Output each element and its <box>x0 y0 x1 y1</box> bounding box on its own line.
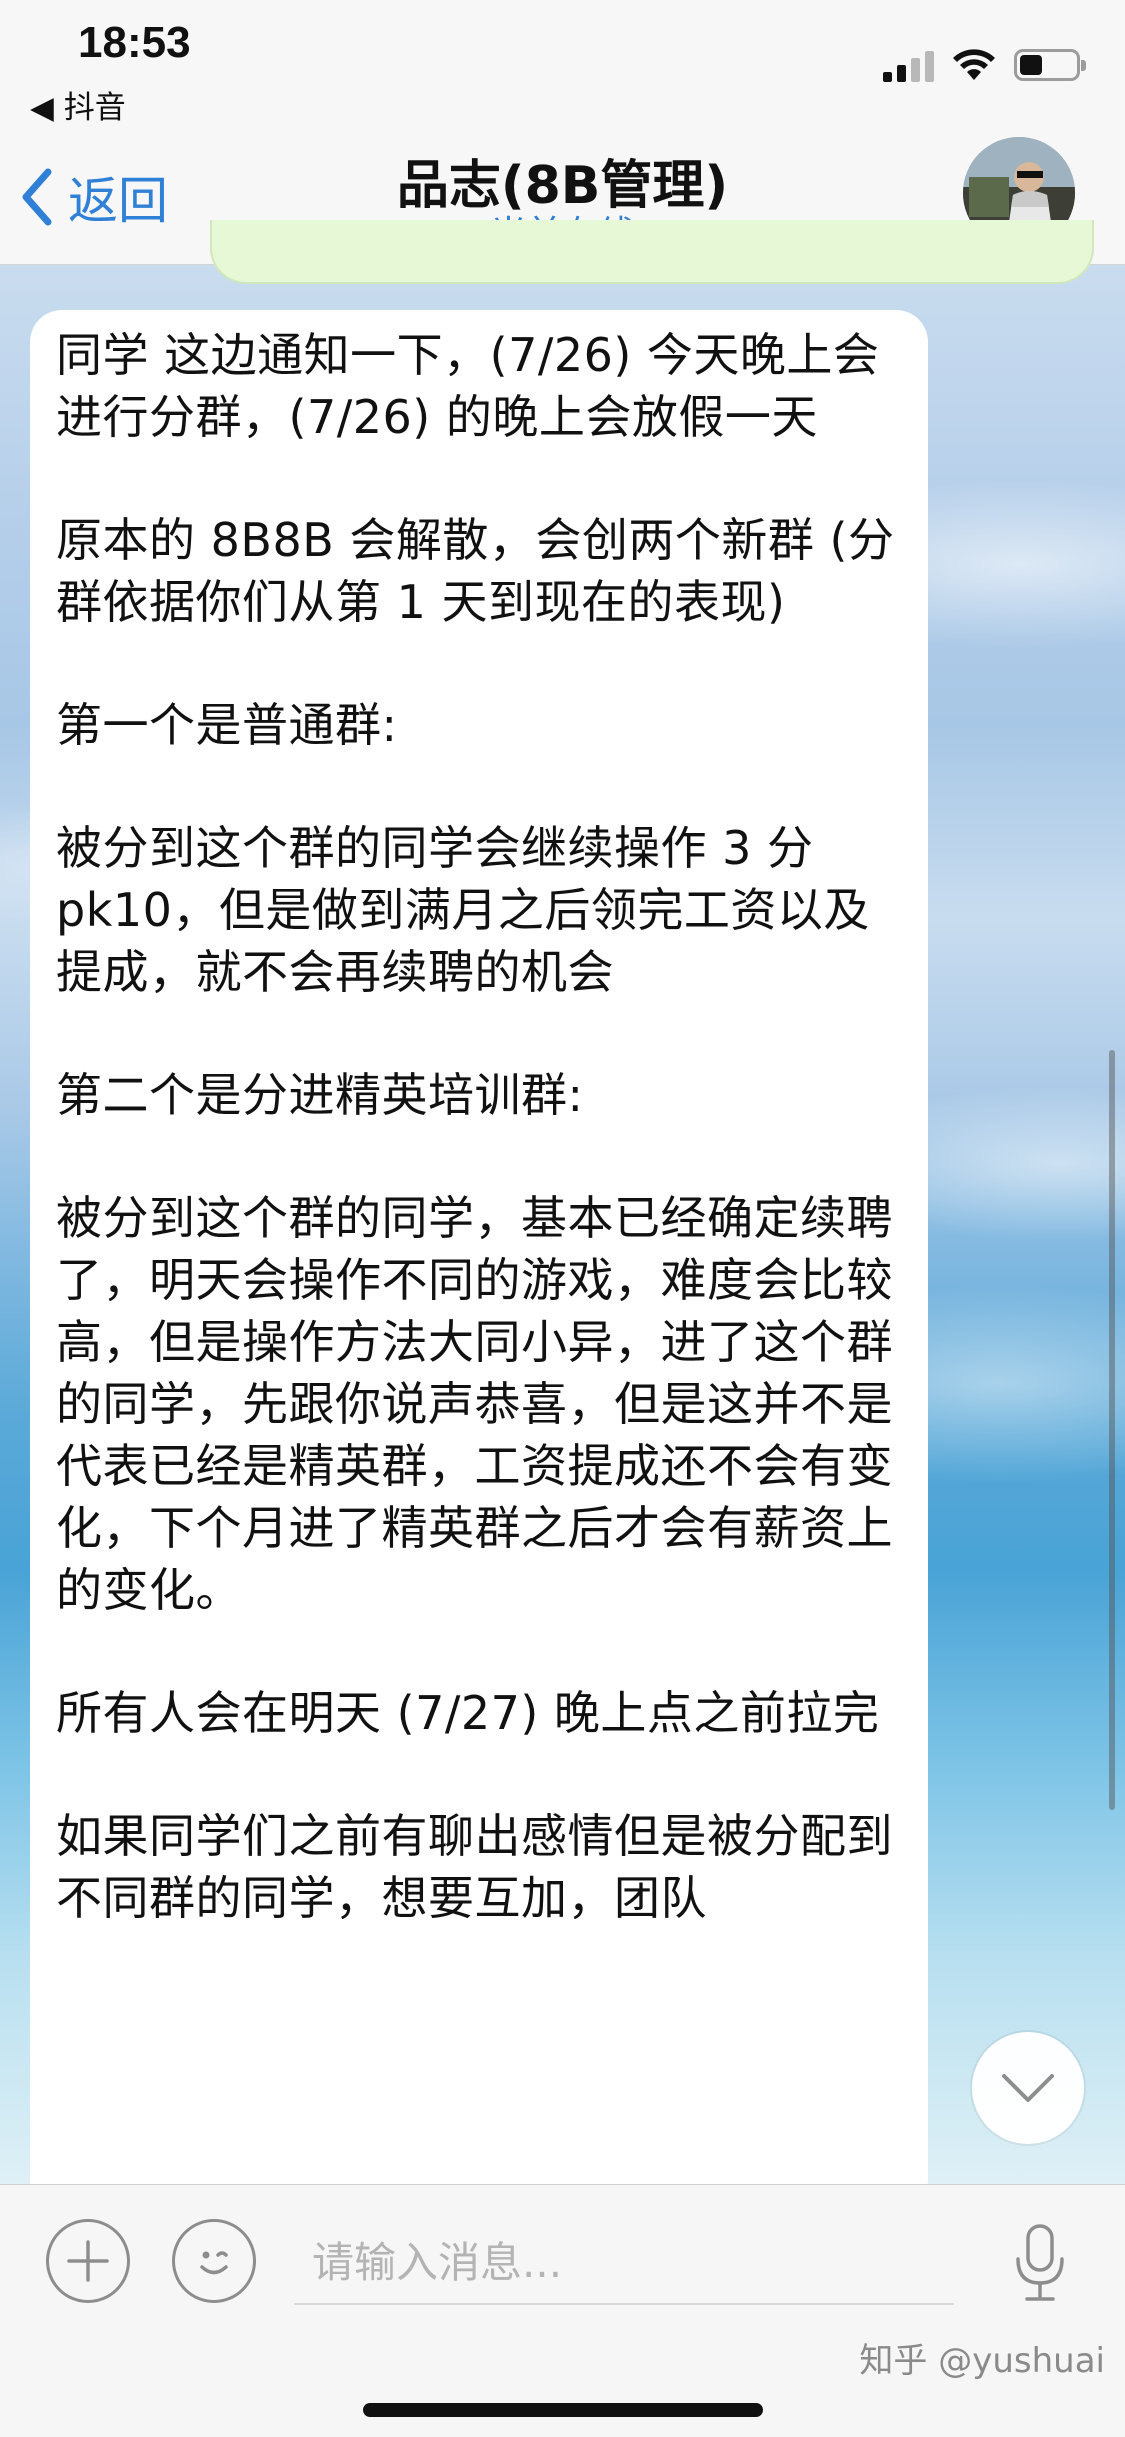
input-bar: 请输入消息... 知乎 @yushuai <box>0 2184 1125 2437</box>
wifi-icon <box>953 49 995 80</box>
message-paragraph: 第二个是分进精英培训群: <box>56 1068 584 1122</box>
microphone-icon <box>1016 2224 1064 2301</box>
voice-button[interactable] <box>1013 2223 1067 2307</box>
message-paragraph: 被分到这个群的同学，基本已经确定续聘了，明天会操作不同的游戏，难度会比较高，但是… <box>56 1191 893 1617</box>
add-button[interactable] <box>46 2219 130 2303</box>
plus-icon <box>67 2240 109 2282</box>
chevron-down-icon <box>1002 2074 1054 2102</box>
message-paragraph: 被分到这个群的同学会继续操作 3 分 pk10，但是做到满月之后领完工资以及提成… <box>56 821 870 999</box>
emoji-icon <box>200 2251 228 2275</box>
message-paragraph: 同学 这边通知一下，(7/26) 今天晚上会进行分群，(7/26) 的晚上会放假… <box>56 328 880 444</box>
cellular-signal-icon <box>883 48 934 82</box>
message-paragraph: 所有人会在明天 (7/27) 晚上点之前拉完 <box>56 1686 880 1740</box>
scroll-indicator[interactable] <box>1109 1050 1115 1810</box>
back-to-app-link[interactable]: ◀ 抖音 <box>30 82 126 127</box>
status-time: 18:53 <box>78 18 191 67</box>
previous-message-bubble <box>210 220 1094 284</box>
emoji-button[interactable] <box>172 2219 256 2303</box>
battery-icon <box>1014 49 1086 81</box>
home-indicator[interactable] <box>363 2403 763 2417</box>
message-paragraph: 如果同学们之前有聊出感情但是被分配到不同群的同学，想要互加，团队 <box>56 1809 893 1925</box>
message-input[interactable]: 请输入消息... <box>294 2215 954 2305</box>
message-bubble: 同学 这边通知一下，(7/26) 今天晚上会进行分群，(7/26) 的晚上会放假… <box>30 310 928 2210</box>
status-icons <box>883 48 1086 82</box>
scroll-to-bottom-button[interactable] <box>972 2032 1084 2144</box>
message-paragraph: 第一个是普通群: <box>56 698 398 752</box>
message-paragraph: 原本的 8B8B 会解散，会创两个新群 (分群依据你们从第 1 天到现在的表现) <box>56 513 895 629</box>
status-bar: 18:53 ◀ 抖音 <box>0 0 1125 135</box>
watermark: 知乎 @yushuai <box>859 2341 1105 2381</box>
